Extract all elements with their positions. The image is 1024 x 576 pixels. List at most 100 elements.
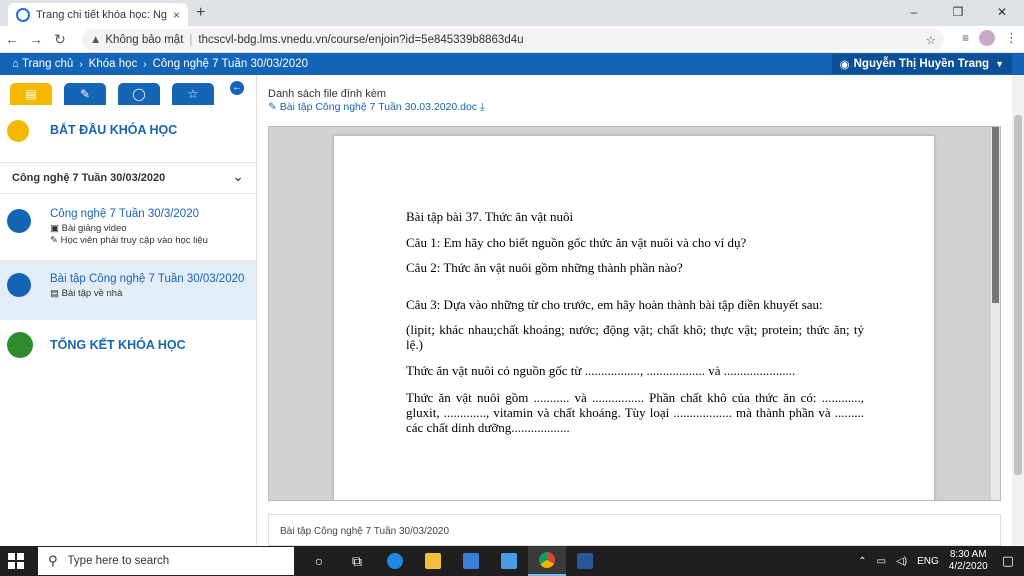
chevron-down-icon[interactable]: ⌄ — [232, 168, 244, 185]
close-window-button[interactable]: ✕ — [980, 0, 1024, 26]
toolbar-right: ≡ ⋮ — [962, 30, 1018, 46]
video-icon: ▣ — [50, 223, 59, 234]
restore-button[interactable]: ❐ — [936, 0, 980, 26]
document-page: Bài tập bài 37. Thức ăn vật nuôi Câu 1: … — [334, 136, 934, 500]
store-icon[interactable] — [452, 546, 490, 576]
media-control-icon[interactable]: ≡ — [962, 31, 969, 45]
warning-triangle-icon[interactable]: ▲ — [90, 34, 101, 46]
word-icon[interactable] — [566, 546, 604, 576]
notifications-icon[interactable]: ▢ — [1002, 553, 1014, 569]
footer-label: Bài tập Công nghệ 7 Tuần 30/03/2020 — [280, 526, 450, 537]
breadcrumb-courses[interactable]: Khóa học — [89, 58, 138, 70]
viewer-scroll-thumb[interactable] — [992, 127, 999, 303]
book-icon: ▤ — [50, 288, 59, 299]
browser-toolbar: ← → ↻ ▲ Không bảo mật | thcscvl-bdg.lms.… — [0, 26, 1024, 53]
back-arrow-icon[interactable]: ← — [0, 31, 24, 47]
edge-icon[interactable] — [376, 546, 414, 576]
lesson-note: ✎ Học viên phải truy cập vào học liệu — [50, 235, 208, 246]
section-start[interactable]: BẮT ĐẦU KHÓA HỌC — [0, 115, 256, 155]
section-end[interactable]: TỔNG KẾT KHÓA HỌC — [0, 328, 256, 368]
address-bar[interactable]: ▲ Không bảo mật | thcscvl-bdg.lms.vnedu.… — [82, 29, 944, 50]
url-text[interactable]: thcscvl-bdg.lms.vnedu.vn/course/enjoin?i… — [198, 34, 523, 46]
new-tab-button[interactable]: + — [196, 4, 205, 22]
language-indicator[interactable]: ENG — [917, 556, 939, 567]
doc-heading: Bài tập bài 37. Thức ăn vật nuôi — [406, 209, 574, 224]
taskbar-search[interactable]: ⚲ Type here to search — [38, 547, 294, 575]
window-controls: – ❐ ✕ — [892, 0, 1024, 26]
windows-start-icon[interactable] — [8, 553, 24, 569]
site-favicon-icon — [16, 7, 30, 22]
course-sidebar: ▤ ✎ ◯ ☆ ← BẮT ĐẦU KHÓA HỌC Công nghệ 7 T… — [0, 75, 257, 545]
network-icon[interactable]: ▭ — [877, 556, 886, 567]
tab-paperclip-icon[interactable]: ✎ — [64, 83, 106, 105]
course-section-title: Công nghệ 7 Tuần 30/03/2020 — [12, 172, 166, 184]
viewer-scrollbar[interactable] — [991, 127, 1000, 500]
separator: | — [189, 33, 193, 46]
clock-date: 4/2/2020 — [948, 561, 988, 572]
volume-icon[interactable]: ◁) — [896, 556, 907, 567]
user-menu-button[interactable]: ◉ Nguyễn Thị Huyền Trang ▼ — [831, 54, 1012, 74]
lesson-footer: Bài tập Công nghệ 7 Tuần 30/03/2020 — [268, 514, 1001, 546]
browser-tab[interactable]: Trang chi tiết khóa học: Ngữ văn × — [8, 3, 188, 26]
attachment-link[interactable]: ✎ Bài tập Công nghệ 7 Tuần 30.03.2020.do… — [268, 101, 485, 114]
tab-title: Trang chi tiết khóa học: Ngữ văn — [36, 8, 167, 21]
breadcrumb-home[interactable]: Trang chủ — [22, 58, 73, 70]
forward-arrow-icon[interactable]: → — [24, 31, 48, 47]
user-icon: ◉ — [839, 59, 850, 71]
lesson-dot-icon — [7, 273, 31, 297]
lesson-note-label: Học viên phải truy cập vào học liệu — [60, 235, 208, 246]
search-placeholder[interactable]: Type here to search — [68, 555, 170, 567]
lesson-dot-icon — [7, 209, 31, 233]
lesson-type: ▤ Bài tập về nhà — [50, 288, 122, 299]
tab-star-icon[interactable]: ☆ — [172, 83, 214, 105]
tab-comment-icon[interactable]: ◯ — [118, 83, 160, 105]
download-icon[interactable]: ⤓ — [480, 101, 485, 113]
lesson-type: ▣ Bài giảng video — [50, 223, 127, 234]
reload-icon[interactable]: ↻ — [48, 31, 72, 48]
security-status[interactable]: Không bảo mật — [105, 34, 183, 46]
lesson-item[interactable]: Công nghệ 7 Tuần 30/3/2020 ▣ Bài giảng v… — [0, 197, 256, 257]
site-header: ⌂ Trang chủ › Khóa học › Công nghệ 7 Tuầ… — [0, 53, 1024, 75]
lesson-type-label: Bài tập về nhà — [61, 288, 123, 299]
page-scroll-thumb[interactable] — [1014, 115, 1022, 475]
doc-question-3: Câu 3: Dựa vào những từ cho trước, em hã… — [406, 297, 823, 312]
cortana-icon[interactable]: ○ — [300, 546, 338, 576]
attachments-title: Danh sách file đính kèm — [268, 88, 387, 100]
attachment-file-name[interactable]: Bài tập Công nghệ 7 Tuần 30.03.2020.doc — [280, 101, 477, 113]
main-content: Danh sách file đính kèm ✎ Bài tập Công n… — [258, 75, 1012, 546]
profile-avatar[interactable] — [979, 30, 995, 46]
doc-question-2: Câu 2: Thức ăn vật nuôi gồm những thành … — [406, 260, 683, 275]
lesson-item-active[interactable]: Bài tập Công nghệ 7 Tuần 30/03/2020 ▤ Bà… — [0, 260, 256, 320]
chrome-icon[interactable] — [528, 546, 566, 576]
start-course-label[interactable]: BẮT ĐẦU KHÓA HỌC — [50, 123, 177, 137]
tab-close-icon[interactable]: × — [173, 8, 180, 22]
clock-time: 8:30 AM — [949, 549, 987, 560]
document-viewer[interactable]: Bài tập bài 37. Thức ăn vật nuôi Câu 1: … — [268, 126, 1001, 501]
minimize-button[interactable]: – — [892, 0, 936, 26]
lesson-title[interactable]: Bài tập Công nghệ 7 Tuần 30/03/2020 — [50, 273, 244, 285]
end-course-label[interactable]: TỔNG KẾT KHÓA HỌC — [50, 338, 186, 352]
clock[interactable]: 8:30 AM 4/2/2020 — [949, 549, 988, 573]
file-explorer-icon[interactable] — [414, 546, 452, 576]
task-view-icon[interactable]: ⧉ — [338, 546, 376, 576]
tray-chevron-up-icon[interactable]: ⌃ — [858, 556, 866, 567]
chevron-right-icon: › — [79, 58, 83, 70]
start-dot-icon — [7, 120, 29, 142]
mail-icon[interactable] — [490, 546, 528, 576]
browser-tab-strip: Trang chi tiết khóa học: Ngữ văn × + – ❐… — [0, 0, 1024, 26]
page-scrollbar[interactable] — [1012, 75, 1024, 545]
menu-kebab-icon[interactable]: ⋮ — [1005, 30, 1018, 46]
caret-down-icon: ▼ — [995, 59, 1004, 69]
lesson-type-label: Bài giảng video — [61, 223, 127, 234]
breadcrumb-current-course[interactable]: Công nghệ 7 Tuần 30/03/2020 — [153, 58, 308, 70]
system-tray: ⌃ ▭ ◁) ENG 8:30 AM 4/2/2020 ▢ — [858, 546, 1024, 576]
back-circle-icon[interactable]: ← — [230, 81, 244, 95]
tab-book-icon[interactable]: ▤ — [10, 83, 52, 105]
end-dot-icon — [7, 332, 33, 358]
windows-taskbar: ⚲ Type here to search ○ ⧉ ⌃ ▭ ◁) ENG 8:3… — [0, 546, 1024, 576]
lesson-title[interactable]: Công nghệ 7 Tuần 30/3/2020 — [50, 208, 199, 220]
bookmark-star-icon[interactable]: ☆ — [926, 33, 936, 47]
course-section-header[interactable]: Công nghệ 7 Tuần 30/03/2020 ⌄ — [0, 162, 256, 194]
chevron-right-icon: › — [143, 58, 147, 70]
doc-word-list: (lipit; khác nhau;chất khoáng; nước; độn… — [406, 322, 864, 352]
